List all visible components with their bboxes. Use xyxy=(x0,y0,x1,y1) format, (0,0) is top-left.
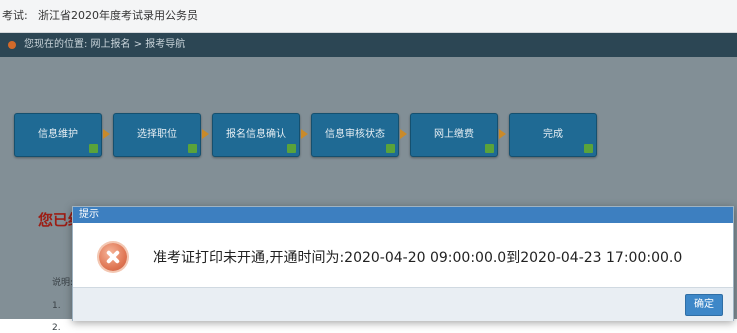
step-online-payment[interactable]: 网上缴费 xyxy=(410,113,498,157)
home-icon xyxy=(8,41,16,49)
exam-name: 浙江省2020年度考试录用公务员 xyxy=(38,9,198,22)
notes-line: 1. xyxy=(52,301,61,311)
check-icon xyxy=(386,144,395,153)
notes-heading: 说明: xyxy=(52,278,74,288)
dialog-title: 提示 xyxy=(79,209,99,220)
check-icon xyxy=(485,144,494,153)
exam-label: 考试: xyxy=(2,9,28,22)
step-label: 完成 xyxy=(543,129,563,140)
step-label: 选择职位 xyxy=(137,129,177,140)
arrow-right-icon xyxy=(301,129,308,139)
arrow-right-icon xyxy=(202,129,209,139)
step-label: 信息维护 xyxy=(38,129,78,140)
step-label: 网上缴费 xyxy=(434,129,474,140)
step-review-status[interactable]: 信息审核状态 xyxy=(311,113,399,157)
step-complete[interactable]: 完成 xyxy=(509,113,597,157)
ok-button[interactable]: 确定 xyxy=(685,294,723,316)
error-icon xyxy=(99,243,127,271)
step-select-position[interactable]: 选择职位 xyxy=(113,113,201,157)
notes-line: 2. xyxy=(52,323,61,333)
alert-dialog: 提示 准考证打印未开通,开通时间为:2020-04-20 09:00:00.0到… xyxy=(72,206,734,321)
check-icon xyxy=(584,144,593,153)
arrow-right-icon xyxy=(400,129,407,139)
dialog-message: 准考证打印未开通,开通时间为:2020-04-20 09:00:00.0到202… xyxy=(153,250,683,266)
breadcrumb-text: 您现在的位置: 网上报名 > 报考导航 xyxy=(24,39,186,50)
check-icon xyxy=(287,144,296,153)
step-info-maintain[interactable]: 信息维护 xyxy=(14,113,102,157)
check-icon xyxy=(188,144,197,153)
arrow-right-icon xyxy=(499,129,506,139)
dialog-titlebar[interactable]: 提示 xyxy=(73,207,733,223)
arrow-right-icon xyxy=(103,129,110,139)
step-label: 报名信息确认 xyxy=(226,129,286,140)
exam-info-bar: 考试: 浙江省2020年度考试录用公务员 xyxy=(0,0,737,33)
dialog-footer: 确定 xyxy=(73,287,733,321)
check-icon xyxy=(89,144,98,153)
breadcrumb: 您现在的位置: 网上报名 > 报考导航 xyxy=(0,33,737,57)
step-confirm-info[interactable]: 报名信息确认 xyxy=(212,113,300,157)
step-label: 信息审核状态 xyxy=(325,129,385,140)
